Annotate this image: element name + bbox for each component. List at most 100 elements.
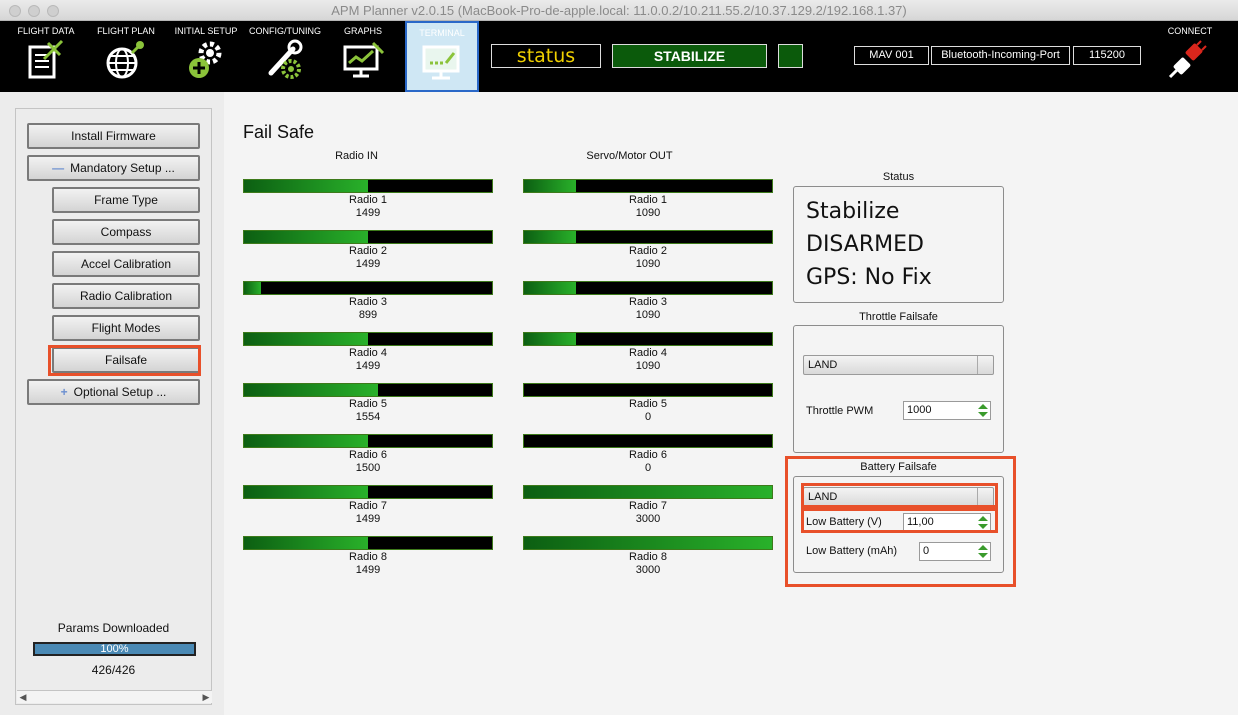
servo-out-channel-label: Radio 8 <box>629 551 667 563</box>
flight-data-button[interactable]: FLIGHT DATA <box>10 21 82 92</box>
radio-in-bar <box>243 332 493 346</box>
status-display: status <box>491 44 601 68</box>
radio-in-bar-fill <box>244 537 368 549</box>
mandatory-setup-label: Mandatory Setup ... <box>70 161 175 175</box>
radio-in-channel-value: 1500 <box>355 462 381 474</box>
flight-data-label: FLIGHT DATA <box>17 26 75 36</box>
status-gps: GPS: No Fix <box>806 265 932 290</box>
setup-sidebar: Install Firmware — Mandatory Setup ... Fr… <box>15 108 212 705</box>
radio-in-channel-label: Radio 1 <box>349 194 387 206</box>
radio-in-bar <box>243 179 493 193</box>
scroll-left-icon[interactable]: ◀ <box>17 691 29 703</box>
terminal-button[interactable]: TERMINAL <box>405 21 479 92</box>
accel-calibration-button[interactable]: Accel Calibration <box>52 251 200 277</box>
radio-in-bar <box>243 434 493 448</box>
spin-arrows-icon[interactable] <box>978 404 988 417</box>
radio-in-channel-label: Radio 7 <box>349 500 387 512</box>
servo-out-bar-fill <box>524 486 772 498</box>
radio-in-bar-fill <box>244 435 368 447</box>
flight-plan-button[interactable]: FLIGHT PLAN <box>90 21 162 92</box>
port-select[interactable]: Bluetooth-Incoming-Port <box>931 46 1070 65</box>
window-title: APM Planner v2.0.15 (MacBook-Pro-de-appl… <box>331 3 907 18</box>
servo-out-bar <box>523 332 773 346</box>
radio-in-channel-value: 1554 <box>355 411 381 423</box>
expand-icon: + <box>60 385 68 399</box>
scroll-right-icon[interactable]: ▶ <box>200 691 212 703</box>
radio-in-bar <box>243 536 493 550</box>
servo-out-bar <box>523 434 773 448</box>
flight-data-icon <box>28 39 64 79</box>
config-tuning-button[interactable]: CONFIG/TUNING <box>246 21 324 92</box>
sidebar-scrollbar[interactable]: ◀ ▶ <box>17 690 212 703</box>
flight-modes-button[interactable]: Flight Modes <box>52 315 200 341</box>
battery-action-highlight <box>801 483 998 508</box>
servo-out-bar-fill <box>524 282 577 294</box>
radio-in-bar-fill <box>244 333 368 345</box>
radio-in-bar-fill <box>244 180 368 192</box>
config-tuning-label: CONFIG/TUNING <box>249 26 321 36</box>
servo-out-channel-label: Radio 4 <box>629 347 667 359</box>
graphs-button[interactable]: GRAPHS <box>330 21 396 92</box>
servo-out-channel-value: 3000 <box>635 513 661 525</box>
dropdown-button[interactable] <box>977 356 993 374</box>
gears-icon <box>189 41 222 78</box>
servo-out-bar <box>523 281 773 295</box>
baud-select[interactable]: 115200 <box>1073 46 1141 65</box>
radio-in-channel-label: Radio 2 <box>349 245 387 257</box>
mandatory-setup-button[interactable]: — Mandatory Setup ... <box>27 155 200 181</box>
radio-calibration-button[interactable]: Radio Calibration <box>52 283 200 309</box>
radio-in-channel-value: 1499 <box>355 360 381 372</box>
servo-out-channel-label: Radio 7 <box>629 500 667 512</box>
optional-setup-button[interactable]: + Optional Setup ... <box>27 379 200 405</box>
flight-mode-display: STABILIZE <box>612 44 767 68</box>
low-battery-v-highlight <box>801 508 998 533</box>
status-mode: Stabilize <box>806 199 900 224</box>
throttle-failsafe-action-select[interactable]: LAND <box>803 355 994 375</box>
servo-out-channel-label: Radio 1 <box>629 194 667 206</box>
throttle-failsafe-title: Throttle Failsafe <box>859 311 938 323</box>
radio-in-bar-fill <box>244 384 378 396</box>
status-group-title: Status <box>882 171 915 183</box>
terminal-icon <box>422 45 460 80</box>
plug-icon <box>1168 40 1207 79</box>
arm-indicator <box>778 44 803 68</box>
main-toolbar: FLIGHT DATA FLIGHT PLAN INITIAL SETUP CO… <box>0 21 1238 92</box>
radio-in-bar-fill <box>244 486 368 498</box>
radio-in-bar <box>243 383 493 397</box>
failsafe-highlight <box>48 345 201 376</box>
terminal-label: TERMINAL <box>419 28 465 38</box>
radio-in-channel-label: Radio 6 <box>349 449 387 461</box>
params-progress-bar: 100% <box>33 642 196 656</box>
frame-type-button[interactable]: Frame Type <box>52 187 200 213</box>
params-count: 426/426 <box>91 663 136 677</box>
failsafe-panel: Fail Safe Radio IN Servo/Motor OUT Radio… <box>224 92 1238 715</box>
servo-out-channel-value: 1090 <box>635 309 661 321</box>
throttle-pwm-input[interactable]: 1000 <box>903 401 991 420</box>
servo-out-bar <box>523 179 773 193</box>
servo-out-channel-label: Radio 2 <box>629 245 667 257</box>
progress-text: 100% <box>100 643 129 655</box>
window-titlebar: APM Planner v2.0.15 (MacBook-Pro-de-appl… <box>0 0 1238 21</box>
flight-plan-label: FLIGHT PLAN <box>97 26 155 36</box>
servo-out-channel-value: 1090 <box>635 258 661 270</box>
graphs-label: GRAPHS <box>343 26 382 36</box>
radio-in-heading: Radio IN <box>335 150 378 162</box>
radio-in-bar <box>243 485 493 499</box>
status-group: Stabilize DISARMED GPS: No Fix <box>793 186 1004 303</box>
radio-in-bar <box>243 281 493 295</box>
mav-id-select[interactable]: MAV 001 <box>854 46 929 65</box>
globe-icon <box>106 41 144 79</box>
compass-button[interactable]: Compass <box>52 219 200 245</box>
servo-out-bar-fill <box>524 180 577 192</box>
radio-in-channel-label: Radio 3 <box>349 296 387 308</box>
radio-in-channel-label: Radio 8 <box>349 551 387 563</box>
connect-button[interactable]: CONNECT <box>1156 21 1224 92</box>
servo-out-channel-value: 0 <box>644 462 652 474</box>
initial-setup-button[interactable]: INITIAL SETUP <box>170 21 242 92</box>
radio-in-channel-value: 899 <box>358 309 378 321</box>
connect-label: CONNECT <box>1167 26 1213 36</box>
install-firmware-button[interactable]: Install Firmware <box>27 123 200 149</box>
initial-setup-label: INITIAL SETUP <box>174 26 238 36</box>
collapse-icon: — <box>52 161 65 175</box>
optional-setup-label: Optional Setup ... <box>73 385 167 399</box>
